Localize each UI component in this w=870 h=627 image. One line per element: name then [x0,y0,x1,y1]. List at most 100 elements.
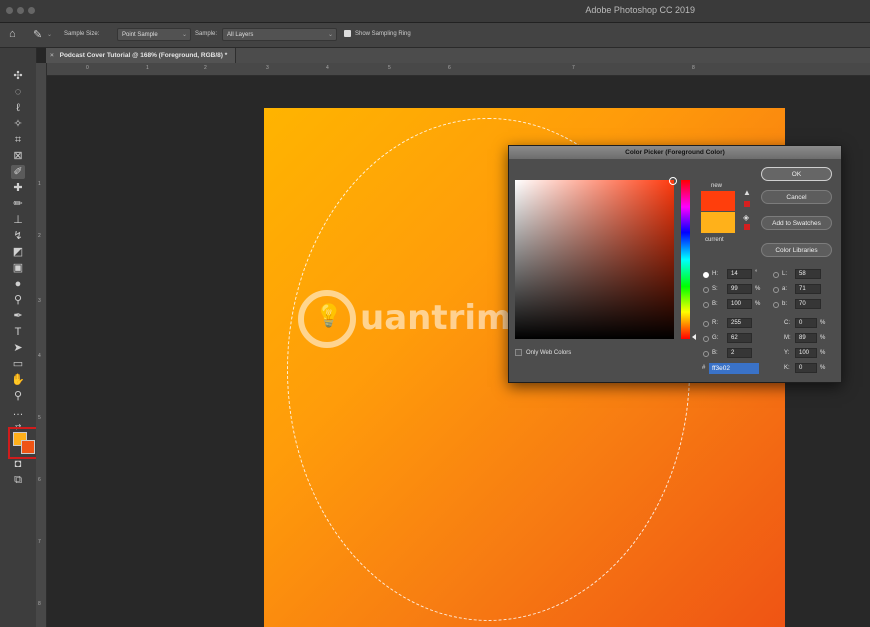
hue-label: H: [712,271,718,277]
history-brush-tool-icon[interactable]: ↯ [11,229,25,243]
quick-mask-icon[interactable]: ◘ [11,457,25,471]
only-web-colors-checkbox[interactable] [515,349,522,356]
black-unit: % [820,365,826,371]
lasso-tool-icon[interactable]: ℓ [11,101,25,115]
saturation-radio[interactable] [703,287,709,293]
b-channel-input[interactable]: 70 [795,299,821,309]
sample-size-label: Sample Size: [64,31,100,37]
current-color-label: current [705,237,724,243]
move-tool-icon[interactable]: ✣ [11,69,25,83]
type-tool-icon[interactable]: T [11,325,25,339]
hue-input[interactable]: 14 [727,269,752,279]
eraser-tool-icon[interactable]: ◩ [11,245,25,259]
cancel-button[interactable]: Cancel [761,190,832,204]
ruler-tick-label: 3 [266,65,269,71]
yellow-input[interactable]: 100 [795,348,817,358]
hue-slider[interactable] [681,180,690,339]
clone-stamp-tool-icon[interactable]: ⊥ [11,213,25,227]
ruler-tick-label: 8 [38,601,41,607]
red-radio[interactable] [703,321,709,327]
marquee-tool-icon[interactable]: ◌ [11,85,25,99]
home-icon[interactable]: ⌂ [9,28,16,40]
blue-input[interactable]: 2 [727,348,752,358]
hand-tool-icon[interactable]: ✋ [11,373,25,387]
sample-label: Sample: [195,31,218,37]
chevron-down-icon: ⌄ [327,32,333,38]
a-channel-radio[interactable] [773,287,779,293]
show-sampling-ring-checkbox[interactable] [344,30,351,37]
brightness-input[interactable]: 100 [727,299,752,309]
rectangle-tool-icon[interactable]: ▭ [11,357,25,371]
ok-button[interactable]: OK [761,167,832,181]
new-color-preview [701,191,735,211]
a-channel-input[interactable]: 71 [795,284,821,294]
saturation-input[interactable]: 99 [727,284,752,294]
options-bar: ⌂ ✎ ⌄ Sample Size: Point Sample ⌄ Sample… [0,23,870,48]
cyan-label: C: [784,320,790,326]
color-field-marker[interactable] [669,177,677,185]
document-tab[interactable]: × Podcast Cover Tutorial @ 168% (Foregro… [46,48,237,63]
lightness-input[interactable]: 58 [795,269,821,279]
sample-size-select[interactable]: Point Sample ⌄ [117,28,191,41]
current-color-preview[interactable] [701,212,735,233]
quick-selection-tool-icon[interactable]: ✧ [11,117,25,131]
black-input[interactable]: 0 [795,363,817,373]
cyan-unit: % [820,320,826,326]
gamut-color-swatch[interactable] [744,201,750,207]
frame-tool-icon[interactable]: ⊠ [11,149,25,163]
b-channel-radio[interactable] [773,302,779,308]
ruler-tick-label: 7 [572,65,575,71]
screen-mode-icon[interactable]: ⧉ [11,473,25,487]
ruler-tick-label: 7 [38,539,41,545]
web-safe-warning-icon[interactable]: ◈ [743,213,749,222]
show-sampling-ring-label: Show Sampling Ring [355,31,411,37]
path-selection-tool-icon[interactable]: ➤ [11,341,25,355]
blue-label: B: [712,350,718,356]
more-tools-icon[interactable]: … [11,405,25,419]
red-input[interactable]: 255 [727,318,752,328]
dodge-tool-icon[interactable]: ⚲ [11,293,25,307]
black-label: K: [784,365,790,371]
yellow-unit: % [820,350,826,356]
green-radio[interactable] [703,336,709,342]
crop-tool-icon[interactable]: ⌗ [11,133,25,147]
ruler-tick-label: 2 [204,65,207,71]
background-color-swatch[interactable] [21,440,35,454]
magenta-input[interactable]: 89 [795,333,817,343]
gamut-warning-icon[interactable]: ▲ [743,188,751,197]
hue-radio[interactable] [703,272,709,278]
green-input[interactable]: 62 [727,333,752,343]
color-swatches-highlight [8,427,38,459]
only-web-colors-label: Only Web Colors [526,350,572,356]
close-tab-icon[interactable]: × [50,52,54,59]
cyan-input[interactable]: 0 [795,318,817,328]
chevron-down-icon: ⌄ [181,32,187,38]
tool-preset-chevron-icon[interactable]: ⌄ [47,31,52,38]
blue-radio[interactable] [703,351,709,357]
app-title: Adobe Photoshop CC 2019 [585,5,695,15]
color-field[interactable] [515,177,677,339]
blur-tool-icon[interactable]: ● [11,277,25,291]
lightness-radio[interactable] [773,272,779,278]
b-channel-label: b: [782,301,788,307]
sample-select[interactable]: All Layers ⌄ [222,28,337,41]
web-safe-color-swatch[interactable] [744,224,750,230]
pen-tool-icon[interactable]: ✒ [11,309,25,323]
green-label: G: [712,335,719,341]
brightness-radio[interactable] [703,302,709,308]
eyedropper-tool-icon[interactable]: ✎ [33,28,42,41]
zoom-tool-icon[interactable]: ⚲ [11,389,25,403]
gradient-tool-icon[interactable]: ▣ [11,261,25,275]
tools-panel: ✣ ◌ ℓ ✧ ⌗ ⊠ ✐ ✚ ✏ ⊥ ↯ ◩ ▣ ● ⚲ ✒ T ➤ ▭ ✋ … [0,48,38,627]
hue-slider-handle[interactable] [692,334,696,340]
ruler-tick-label: 4 [326,65,329,71]
eyedropper-tool-icon[interactable]: ✐ [11,165,25,179]
hex-input[interactable]: ff3e02 [709,363,759,374]
document-tab-title: Podcast Cover Tutorial @ 168% (Foregroun… [59,52,228,59]
healing-brush-tool-icon[interactable]: ✚ [11,181,25,195]
color-libraries-button[interactable]: Color Libraries [761,243,832,257]
a-channel-label: a: [782,286,788,292]
brush-tool-icon[interactable]: ✏ [11,197,25,211]
sample-value: All Layers [227,32,254,38]
add-to-swatches-button[interactable]: Add to Swatches [761,216,832,230]
